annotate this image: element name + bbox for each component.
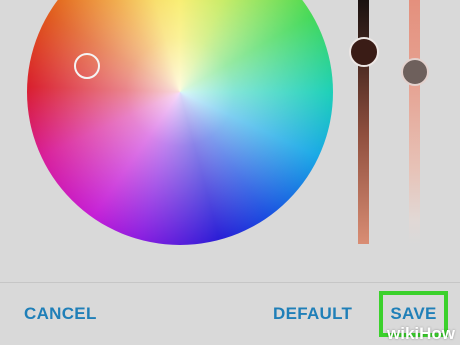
button-bar-divider [0,282,460,283]
cancel-button[interactable]: CANCEL [24,305,97,322]
color-wheel-selector-handle[interactable] [74,53,100,79]
wikihow-watermark: wikiHow [387,324,455,344]
brightness-slider-thumb[interactable] [349,37,379,67]
saturation-slider-thumb[interactable] [401,58,429,86]
saturation-slider-track[interactable] [409,0,420,244]
default-button[interactable]: DEFAULT [273,305,352,322]
watermark-wiki-text: wiki [387,324,420,343]
color-picker-area [0,0,460,282]
watermark-how-text: How [419,324,456,343]
color-wheel[interactable] [27,0,333,245]
